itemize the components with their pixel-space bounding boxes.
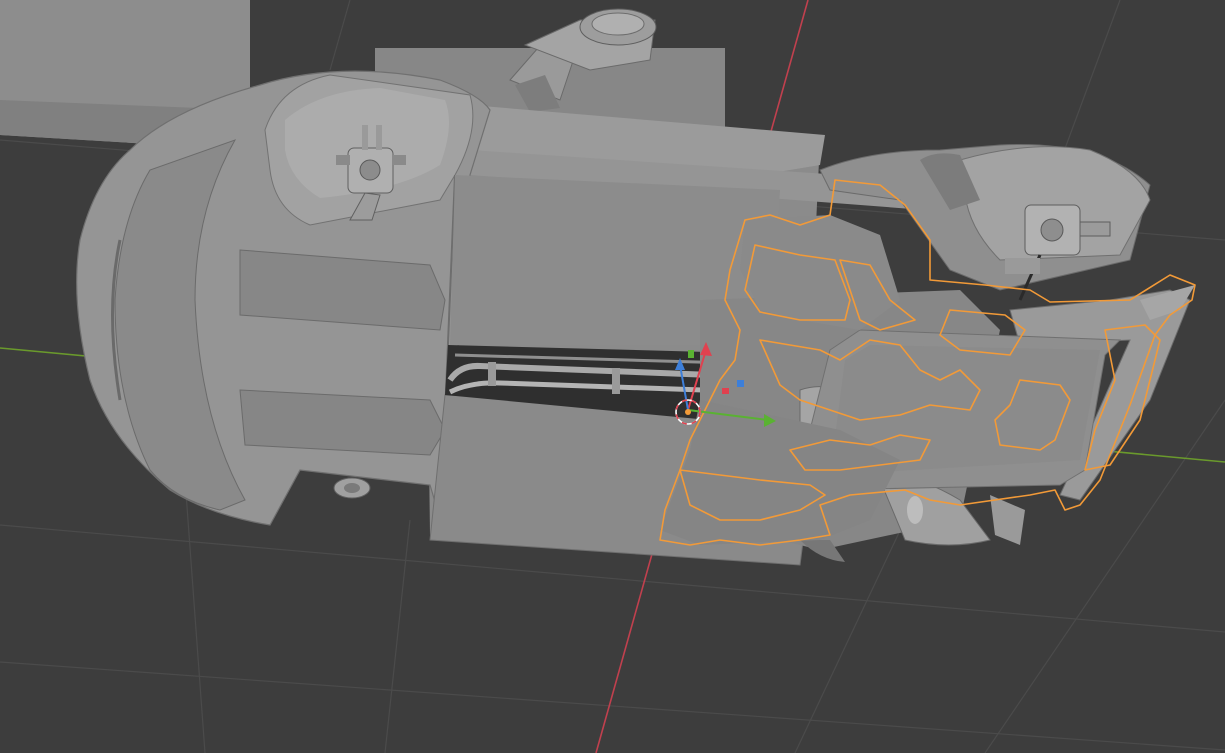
front-lower-link bbox=[333, 477, 371, 499]
3d-viewport[interactable] bbox=[0, 0, 1225, 753]
viewport-canvas[interactable] bbox=[0, 0, 1225, 753]
